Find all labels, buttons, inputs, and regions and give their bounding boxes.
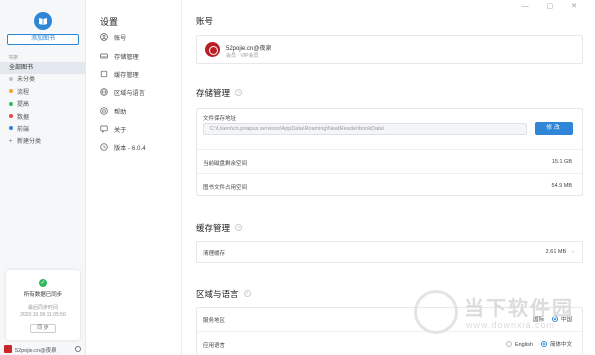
storage-heading: 存储管理?: [196, 87, 243, 99]
category-label: 全部图书: [9, 65, 34, 71]
settings-nav-storage[interactable]: 存储管理: [100, 53, 139, 63]
category-dot-icon: [9, 113, 13, 118]
settings-nav-label: 缓存管理: [114, 72, 139, 79]
disk-free-row: 当前磁盘剩余空间 15.1 GB: [197, 149, 582, 173]
disk-free-label: 当前磁盘剩余空间: [203, 161, 248, 167]
library-sidebar: 添加图书 书架 全部图书 未分类 流程 提高 数据 前端 + 新建分类 ✓ 所有数…: [0, 0, 86, 355]
cache-icon: [100, 71, 108, 78]
new-category-button[interactable]: + 新建分类: [0, 136, 86, 148]
version-icon: [100, 143, 108, 152]
add-book-button[interactable]: 添加图书: [7, 34, 79, 45]
category-data[interactable]: 数据: [0, 112, 86, 124]
books-used-row: 图书文件占用空间 54.9 MB: [197, 173, 582, 197]
category-label: 数据: [17, 114, 30, 121]
category-flow[interactable]: 流程: [0, 87, 86, 99]
cache-size-value: 2.61 MB: [545, 249, 567, 255]
heading-text: 缓存管理: [196, 223, 231, 233]
category-frontend[interactable]: 前端: [0, 124, 86, 136]
books-used-label: 图书文件占用空间: [203, 185, 248, 191]
settings-title: 设置: [100, 17, 119, 27]
cache-card[interactable]: 清理缓存 2.61 MB ›: [196, 241, 583, 263]
category-list: 全部图书 未分类 流程 提高 数据 前端 + 新建分类: [0, 62, 86, 149]
user-bar[interactable]: 52pojie.cn@夜泉: [4, 344, 82, 355]
help-icon[interactable]: ?: [235, 89, 243, 97]
settings-nav-about[interactable]: 关于: [100, 126, 126, 136]
clear-cache-label: 清理缓存: [203, 251, 226, 257]
heading-text: 账号: [196, 16, 214, 26]
storage-path-label: 文件保存地址: [203, 116, 237, 122]
category-label: 未分类: [17, 77, 36, 84]
settings-nav: 设置 账号 存储管理 缓存管理 区域与语言 帮助 关于 版本 - 6.0.4: [86, 0, 182, 355]
help-icon[interactable]: ?: [235, 224, 243, 232]
watermark-url: www.downxia.com: [466, 320, 556, 330]
category-dot-icon: [9, 89, 13, 94]
settings-nav-region[interactable]: 区域与语言: [100, 88, 145, 99]
help-icon: [100, 107, 108, 116]
account-heading: 账号: [196, 15, 213, 27]
heading-text: 存储管理: [196, 88, 231, 98]
category-dot-icon: [9, 126, 13, 131]
settings-nav-account[interactable]: 账号: [100, 33, 127, 44]
disk-free-value: 15.1 GB: [551, 159, 572, 165]
settings-nav-label: 区域与语言: [114, 90, 145, 97]
category-all[interactable]: 全部图书: [0, 62, 86, 75]
settings-nav-label: 存储管理: [114, 54, 139, 61]
sync-button[interactable]: 同 步: [30, 324, 56, 333]
bookshelf-label: 书架: [8, 55, 19, 61]
about-icon: [100, 126, 108, 134]
plus-icon: +: [9, 139, 13, 146]
settings-nav-version[interactable]: 版本 - 6.0.4: [100, 143, 146, 154]
category-label: 提高: [17, 102, 30, 109]
category-label: 流程: [17, 89, 30, 96]
user-icon: [100, 33, 108, 42]
storage-path-row: 文件保存地址 C:\Users\cn.pnapus.services\AppDa…: [197, 109, 582, 149]
user-name: 52pojie.cn@夜泉: [15, 348, 57, 354]
books-used-value: 54.9 MB: [551, 183, 572, 189]
clear-cache-control[interactable]: 2.61 MB ›: [546, 249, 574, 255]
storage-card: 文件保存地址 C:\Users\cn.pnapus.services\AppDa…: [196, 108, 583, 196]
lang-option-english[interactable]: English: [515, 342, 533, 348]
chevron-right-icon: ›: [572, 249, 574, 255]
heading-text: 区域与语言: [196, 289, 239, 299]
avatar: [205, 42, 220, 57]
account-level: 会员 · VIP会员: [226, 53, 259, 59]
settings-nav-label: 关于: [114, 127, 127, 134]
help-icon[interactable]: ?: [243, 290, 251, 298]
lang-option-chinese[interactable]: 简体中文: [550, 342, 572, 348]
sync-title: 所有数据已同步: [23, 292, 63, 298]
storage-path-input[interactable]: C:\Users\cn.pnapus.services\AppData\Roam…: [203, 123, 527, 135]
app-logo-icon: [34, 12, 52, 30]
category-dot-icon: [9, 101, 13, 106]
region-heading: 区域与语言?: [196, 288, 251, 300]
globe-icon: [100, 88, 108, 97]
watermark: 当下软件园 www.downxia.com: [414, 282, 594, 342]
check-icon: ✓: [39, 279, 47, 287]
settings-nav-cache[interactable]: 缓存管理: [100, 71, 139, 81]
account-name: 52pojie.cn@夜泉: [226, 46, 272, 52]
watermark-text: 当下软件园: [464, 298, 574, 320]
sync-time: 2020.10.09 11:05:50: [20, 312, 66, 318]
settings-content: — ▢ ✕ 账号 52pojie.cn@夜泉 会员 · VIP会员 存储管理? …: [182, 0, 595, 355]
settings-nav-help[interactable]: 帮助: [100, 107, 127, 118]
account-card[interactable]: 52pojie.cn@夜泉 会员 · VIP会员: [196, 35, 583, 64]
cache-heading: 缓存管理?: [196, 222, 243, 234]
window-controls[interactable]: — ▢ ✕: [522, 2, 585, 10]
settings-nav-label: 帮助: [114, 109, 127, 116]
category-dot-icon: [9, 76, 13, 81]
settings-nav-label: 账号: [114, 35, 127, 42]
storage-icon: [100, 54, 108, 59]
avatar: [4, 345, 12, 353]
modify-path-button[interactable]: 修改: [535, 122, 573, 135]
service-area-label: 服务地区: [203, 318, 226, 324]
settings-nav-label: 版本 - 6.0.4: [114, 145, 146, 152]
category-label: 前端: [17, 126, 30, 133]
category-improve[interactable]: 提高: [0, 99, 86, 111]
category-label: 新建分类: [17, 139, 42, 146]
app-language-label: 应用语言: [203, 343, 226, 349]
watermark-logo-icon: [414, 290, 458, 334]
eye-icon[interactable]: [75, 346, 81, 352]
category-uncategorized[interactable]: 未分类: [0, 74, 86, 86]
sync-status-card: ✓ 所有数据已同步 最后同步时间 2020.10.09 11:05:50 同 步: [6, 270, 80, 340]
sync-subtitle: 最后同步时间: [27, 305, 58, 311]
